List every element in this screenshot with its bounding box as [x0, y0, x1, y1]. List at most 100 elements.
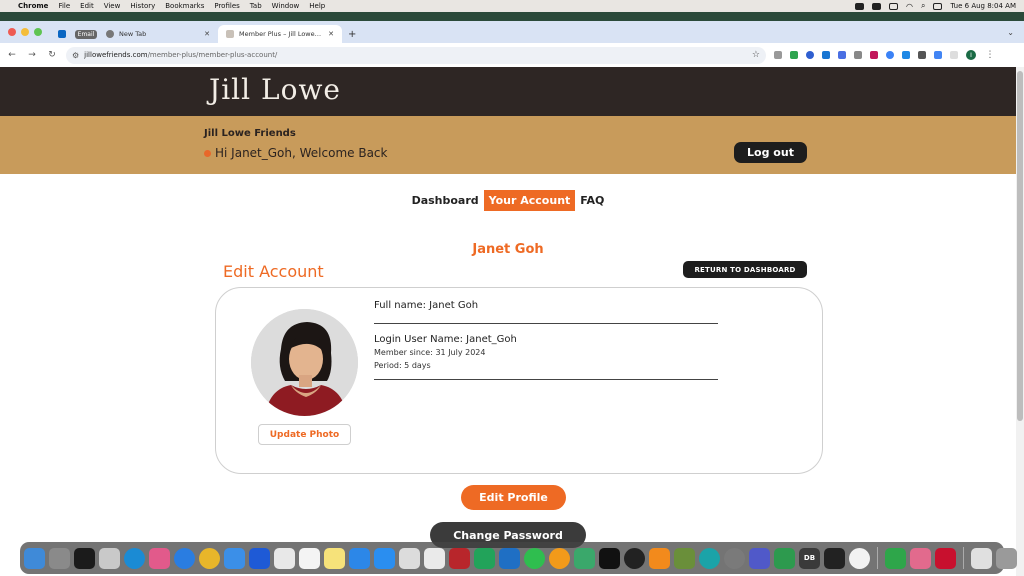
extension-icon[interactable] [950, 51, 958, 59]
vscode-icon[interactable] [499, 547, 520, 569]
search-icon[interactable]: ⌕ [921, 1, 925, 11]
update-photo-button[interactable]: Update Photo [258, 424, 351, 445]
menu-window[interactable]: Window [272, 2, 300, 10]
puzzle-icon[interactable] [918, 51, 926, 59]
forward-icon[interactable]: → [26, 50, 38, 60]
menu-edit[interactable]: Edit [80, 2, 94, 10]
edit-profile-button[interactable]: Edit Profile [461, 485, 566, 510]
finder-icon[interactable] [24, 547, 45, 569]
reload-icon[interactable]: ↻ [46, 50, 58, 60]
extension-icon[interactable] [902, 51, 910, 59]
close-tab-icon[interactable]: ✕ [204, 30, 210, 38]
clock-text[interactable]: Tue 6 Aug 8:04 AM [950, 2, 1016, 10]
app-icon[interactable] [249, 547, 270, 569]
tab-search-icon[interactable]: ⌄ [997, 21, 1024, 43]
site-info-icon[interactable]: ⚙ [72, 51, 79, 60]
extension-icon[interactable] [934, 51, 942, 59]
battery-icon[interactable] [889, 2, 898, 10]
edge-icon[interactable] [124, 547, 145, 569]
system-settings-icon[interactable] [724, 547, 745, 569]
terminal-icon[interactable] [74, 547, 95, 569]
welcome-text: Hi Janet_Goh, Welcome Back [215, 146, 388, 160]
menu-bookmarks[interactable]: Bookmarks [165, 2, 204, 10]
capcut-icon[interactable] [599, 547, 620, 569]
display-icon[interactable] [855, 2, 864, 10]
menu-help[interactable]: Help [309, 2, 325, 10]
wifi-icon[interactable]: ◠ [906, 2, 913, 11]
extension-icon[interactable] [774, 51, 782, 59]
nav-faq[interactable]: FAQ [575, 190, 609, 211]
mail-icon[interactable] [224, 547, 245, 569]
calculator-icon[interactable] [49, 547, 70, 569]
close-window-button[interactable] [8, 28, 16, 36]
menu-file[interactable]: File [58, 2, 70, 10]
app-icon[interactable] [699, 547, 720, 569]
close-tab-icon[interactable]: ✕ [328, 30, 334, 38]
minimize-window-button[interactable] [21, 28, 29, 36]
tab-email-pinned[interactable]: Email [74, 25, 98, 43]
app-icon[interactable] [574, 547, 595, 569]
return-to-dashboard-button[interactable]: RETURN TO DASHBOARD [683, 261, 807, 278]
numbers-icon[interactable] [885, 547, 906, 569]
chrome-icon[interactable] [199, 547, 220, 569]
keyboard-input-icon[interactable] [872, 2, 881, 10]
site-logo[interactable]: Jill Lowe [209, 73, 341, 106]
app-icon[interactable] [624, 547, 645, 569]
app-icon[interactable] [824, 547, 845, 569]
whatsapp-icon[interactable] [524, 547, 545, 569]
extension-icon[interactable] [838, 51, 846, 59]
app-icon[interactable] [674, 547, 695, 569]
document-icon[interactable] [971, 547, 992, 569]
menu-app-name[interactable]: Chrome [18, 2, 48, 10]
app-icon[interactable] [549, 547, 570, 569]
menu-tab[interactable]: Tab [250, 2, 262, 10]
safari-icon[interactable] [174, 547, 195, 569]
menu-view[interactable]: View [104, 2, 121, 10]
app-icon[interactable] [274, 547, 295, 569]
scrollbar-thumb[interactable] [1017, 71, 1023, 421]
extension-icon[interactable] [822, 51, 830, 59]
address-bar[interactable]: ⚙ jillowefriends.com/member-plus/member-… [66, 46, 766, 64]
menu-history[interactable]: History [130, 2, 155, 10]
tab-linkedin-pinned[interactable] [50, 25, 74, 43]
db-app-icon[interactable]: DB [799, 547, 820, 569]
back-icon[interactable]: ← [6, 50, 18, 60]
extension-icon[interactable] [806, 51, 814, 59]
keynote-icon[interactable] [349, 547, 370, 569]
filezilla-icon[interactable] [449, 547, 470, 569]
extension-icon[interactable] [854, 51, 862, 59]
nav-dashboard[interactable]: Dashboard [407, 190, 484, 211]
bookmark-star-icon[interactable]: ☆ [752, 50, 760, 60]
photos-icon[interactable] [149, 547, 170, 569]
account-info: Full name: Janet Goh Login User Name: Ja… [374, 300, 718, 390]
logout-button[interactable]: Log out [734, 142, 807, 163]
new-tab-button[interactable]: + [342, 25, 362, 43]
menu-profiles[interactable]: Profiles [214, 2, 239, 10]
preview-icon[interactable] [399, 547, 420, 569]
menu-kebab-icon[interactable]: ⋮ [984, 50, 996, 60]
extension-icon[interactable] [790, 51, 798, 59]
acrobat-icon[interactable] [935, 547, 956, 569]
extension-icon[interactable] [886, 51, 894, 59]
vlc-icon[interactable] [649, 547, 670, 569]
profile-avatar[interactable]: I [966, 50, 976, 60]
textedit-icon[interactable] [424, 547, 445, 569]
calendar-icon[interactable] [299, 547, 320, 569]
teams-icon[interactable] [749, 547, 770, 569]
tab-new-tab[interactable]: New Tab ✕ [98, 25, 218, 43]
app-icon[interactable] [910, 547, 931, 569]
nav-your-account[interactable]: Your Account [483, 190, 576, 211]
tab-member-plus[interactable]: Member Plus – Jill Lowe Frien ✕ [218, 25, 342, 43]
chatgpt-icon[interactable] [849, 547, 870, 569]
site-header: Jill Lowe [0, 67, 1016, 116]
launchpad-icon[interactable] [99, 547, 120, 569]
control-center-icon[interactable] [933, 2, 943, 10]
app-icon[interactable] [474, 547, 495, 569]
app-icon[interactable] [774, 547, 795, 569]
app-store-icon[interactable] [374, 547, 395, 569]
extension-icon[interactable] [870, 51, 878, 59]
notes-icon[interactable] [324, 547, 345, 569]
zoom-window-button[interactable] [34, 28, 42, 36]
page-scrollbar[interactable] [1016, 67, 1024, 576]
trash-icon[interactable] [996, 547, 1017, 569]
